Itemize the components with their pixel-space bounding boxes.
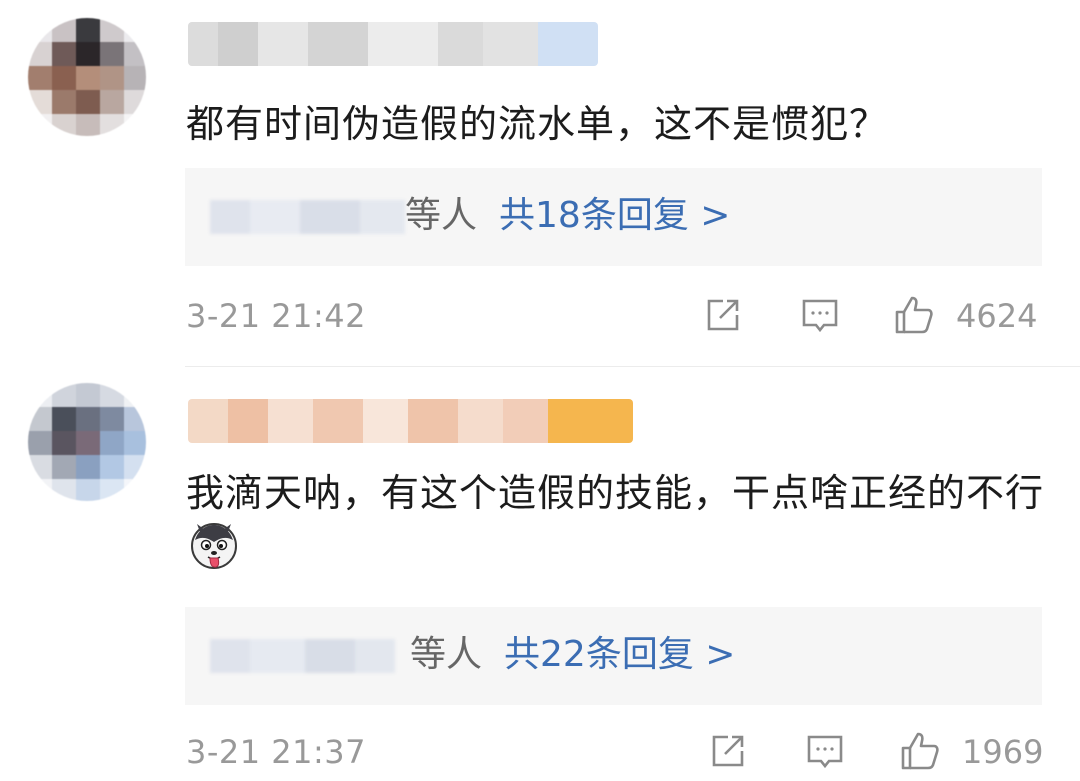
- reply-users-blurred: [210, 200, 405, 234]
- thumbs-up-icon[interactable]: [898, 729, 942, 773]
- username-blurred[interactable]: [188, 399, 633, 443]
- like-count: 4624: [956, 297, 1038, 335]
- comment-text: 我滴天呐，有这个造假的技能，干点啥正经的不行: [186, 465, 1046, 577]
- comment-item: 我滴天呐，有这个造假的技能，干点啥正经的不行 等人 共22条回复 > 3-21 2…: [0, 367, 1080, 781]
- reply-suffix: 等人: [405, 195, 478, 236]
- reply-count-link[interactable]: 共22条回复 >: [504, 634, 735, 675]
- comment-text: 都有时间伪造假的流水单，这不是惯犯？: [186, 102, 889, 146]
- comment-icon[interactable]: [798, 293, 842, 337]
- avatar[interactable]: [28, 18, 146, 136]
- comment-text-content: 我滴天呐，有这个造假的技能，干点啥正经的不行: [186, 471, 1045, 515]
- comment-item: 都有时间伪造假的流水单，这不是惯犯？ 等人 共18条回复 > 3-21 21:42: [0, 0, 1080, 366]
- comment-icon[interactable]: [803, 729, 847, 773]
- avatar[interactable]: [28, 383, 146, 501]
- reply-summary[interactable]: 等人 共22条回复 >: [185, 607, 1042, 705]
- username-blurred[interactable]: [188, 22, 598, 66]
- reply-suffix: 等人: [410, 634, 483, 675]
- reply-users-blurred: [210, 639, 395, 673]
- comment-meta: 3-21 21:42 4624: [186, 293, 1040, 343]
- share-icon[interactable]: [706, 729, 750, 773]
- thumbs-up-icon[interactable]: [892, 293, 936, 337]
- comment-meta: 3-21 21:37 1969: [186, 729, 1044, 779]
- reply-count-link[interactable]: 共18条回复 >: [499, 195, 730, 236]
- share-icon[interactable]: [701, 293, 745, 337]
- husky-tongue-emoji: [191, 523, 237, 569]
- timestamp: 3-21 21:37: [186, 733, 367, 771]
- reply-summary[interactable]: 等人 共18条回复 >: [185, 168, 1042, 266]
- timestamp: 3-21 21:42: [186, 297, 367, 335]
- like-count: 1969: [962, 733, 1044, 771]
